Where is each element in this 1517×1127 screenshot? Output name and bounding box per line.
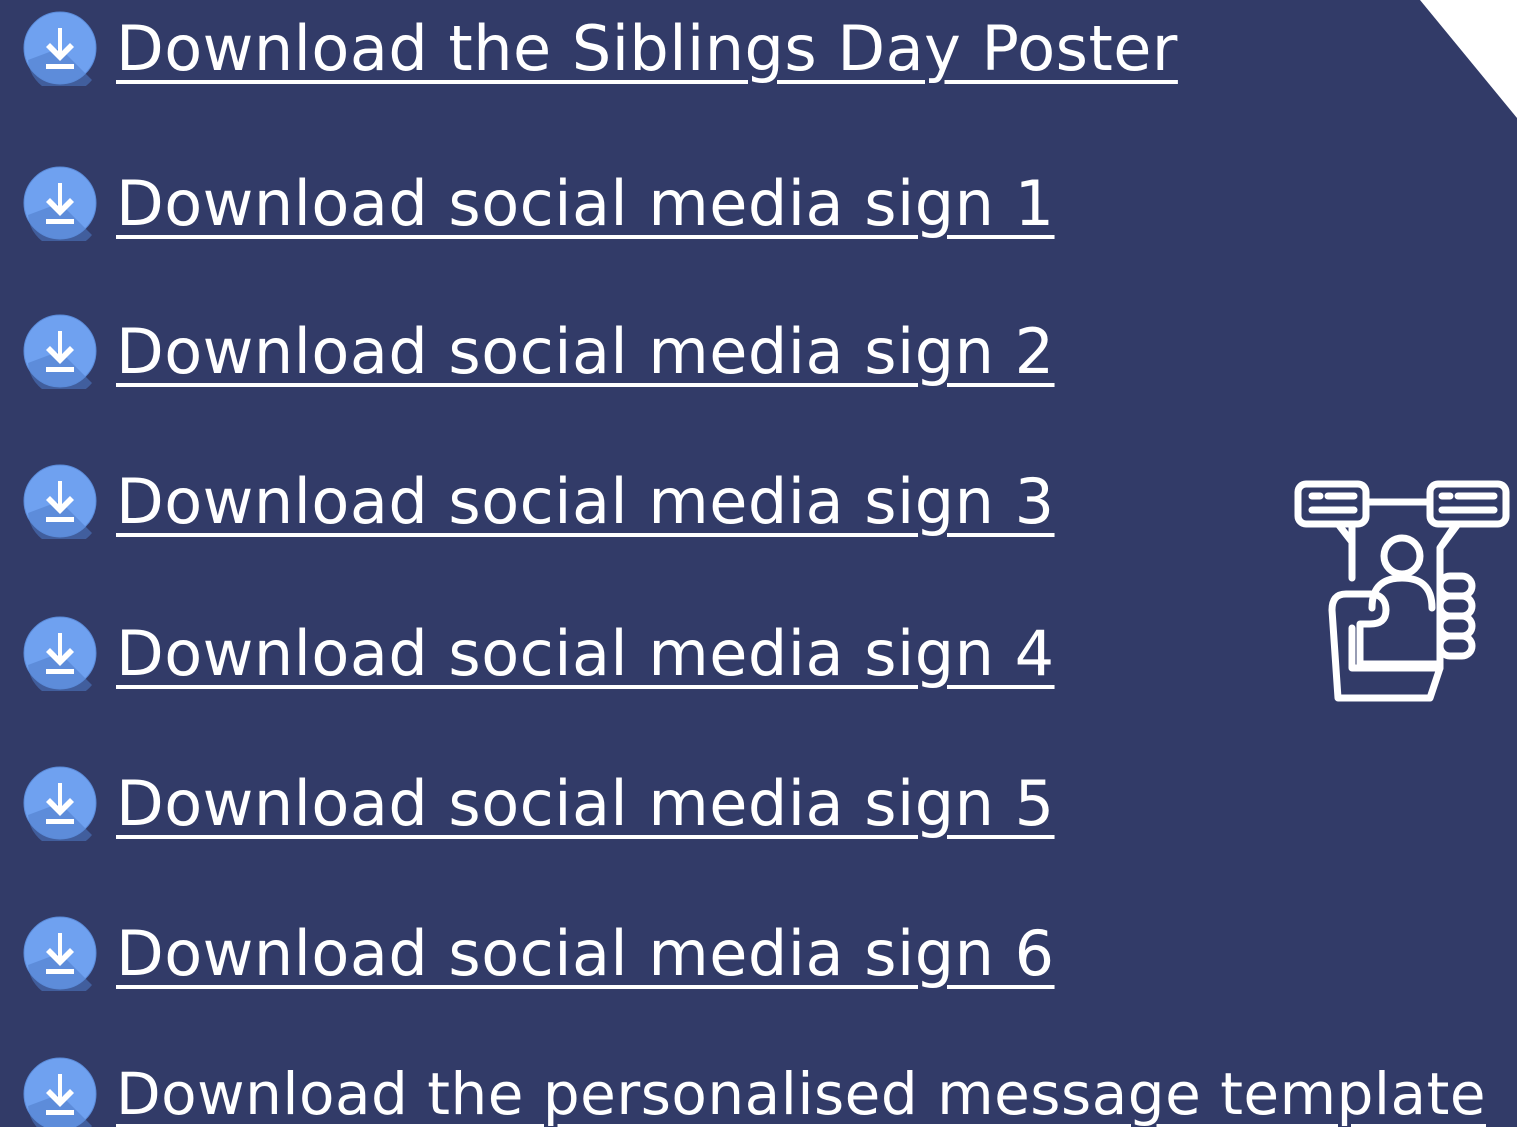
download-link-sign-2[interactable]: Download social media sign 2 [116, 315, 1055, 388]
download-icon[interactable] [22, 615, 98, 691]
download-link-sign-6[interactable]: Download social media sign 6 [116, 917, 1055, 990]
download-link-sign-5[interactable]: Download social media sign 5 [116, 767, 1055, 840]
download-link-poster[interactable]: Download the Siblings Day Poster [116, 12, 1178, 85]
download-icon[interactable] [22, 915, 98, 991]
download-icon[interactable] [22, 165, 98, 241]
download-link-message-template[interactable]: Download the personalised message templa… [116, 1060, 1486, 1127]
download-icon[interactable] [22, 1056, 98, 1127]
download-item-message-template[interactable]: Download the personalised message templa… [22, 1054, 1486, 1127]
download-item-sign-1[interactable]: Download social media sign 1 [22, 163, 1055, 243]
download-item-sign-4[interactable]: Download social media sign 4 [22, 613, 1055, 693]
download-item-sign-6[interactable]: Download social media sign 6 [22, 913, 1055, 993]
download-link-sign-3[interactable]: Download social media sign 3 [116, 465, 1055, 538]
download-item-sign-5[interactable]: Download social media sign 5 [22, 763, 1055, 843]
social-media-phone-chat-icon [1294, 480, 1510, 702]
download-icon[interactable] [22, 313, 98, 389]
download-item-sign-3[interactable]: Download social media sign 3 [22, 461, 1055, 541]
download-icon[interactable] [22, 463, 98, 539]
download-item-poster[interactable]: Download the Siblings Day Poster [22, 8, 1178, 88]
download-icon[interactable] [22, 10, 98, 86]
download-icon[interactable] [22, 765, 98, 841]
download-page: Download the Siblings Day Poster Downloa… [0, 0, 1517, 1127]
download-link-sign-1[interactable]: Download social media sign 1 [116, 167, 1055, 240]
download-link-sign-4[interactable]: Download social media sign 4 [116, 617, 1055, 690]
download-item-sign-2[interactable]: Download social media sign 2 [22, 311, 1055, 391]
